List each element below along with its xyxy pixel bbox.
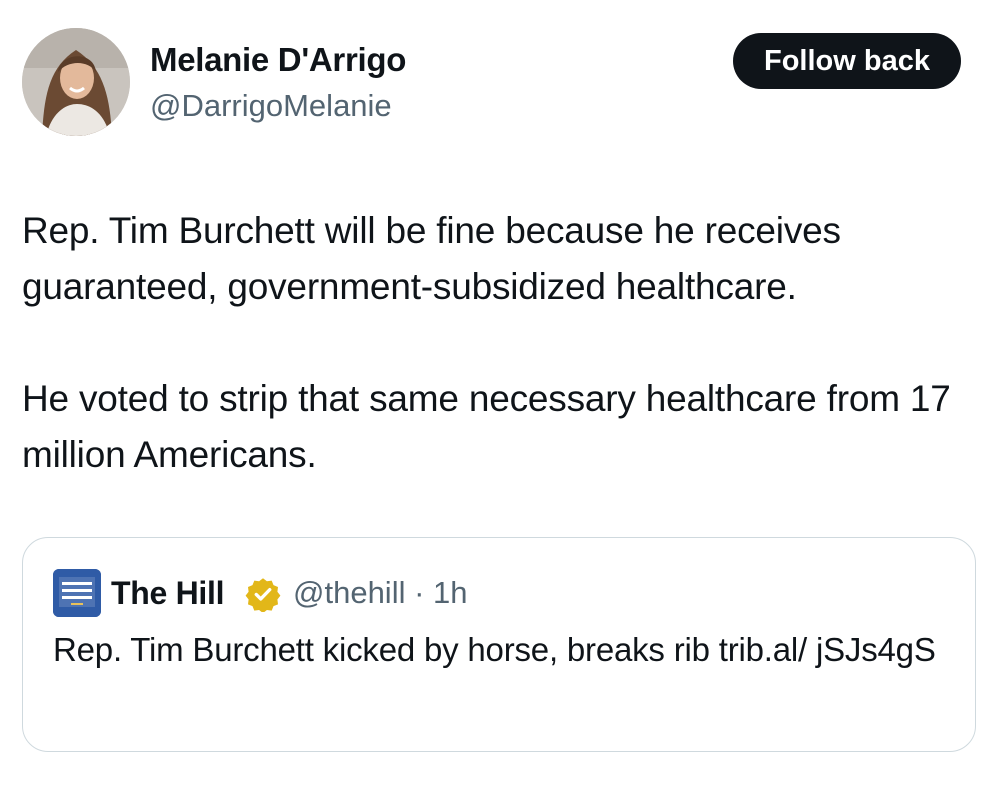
tweet-paragraph: Rep. Tim Burchett will be fine because h…	[22, 210, 841, 307]
tweet-text: Rep. Tim Burchett will be fine because h…	[22, 203, 982, 483]
author-handle[interactable]: @DarrigoMelanie	[150, 86, 392, 126]
author-display-name[interactable]: Melanie D'Arrigo	[150, 40, 406, 80]
quoted-tweet-text: Rep. Tim Burchett kicked by horse, break…	[53, 631, 936, 668]
quoted-tweet-card[interactable]: The Hill @thehill · 1h Rep. Tim Burchett…	[22, 537, 976, 752]
the-hill-logo-icon[interactable]	[53, 569, 101, 617]
the-hill-logo-glyph	[53, 569, 101, 617]
meta-separator: ·	[414, 575, 425, 610]
author-avatar[interactable]	[22, 28, 130, 136]
gold-verified-badge-icon	[245, 578, 281, 612]
quoted-timestamp[interactable]: 1h	[433, 575, 467, 610]
quoted-display-name[interactable]: The Hill	[111, 573, 224, 613]
quoted-meta: @thehill · 1h	[293, 573, 468, 613]
profile-photo-icon	[22, 28, 130, 136]
quoted-handle[interactable]: @thehill	[293, 575, 405, 610]
follow-back-button[interactable]: Follow back	[733, 33, 961, 89]
tweet-paragraph: He voted to strip that same necessary he…	[22, 378, 951, 475]
